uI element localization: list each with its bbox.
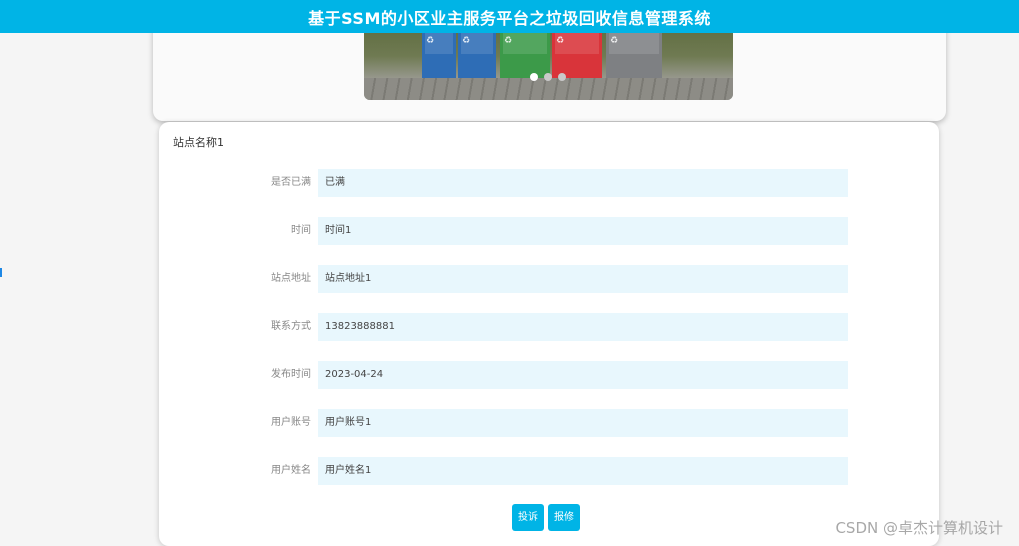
field-row-contact: 联系方式 13823888881 bbox=[159, 313, 939, 341]
field-value-user-name: 用户姓名1 bbox=[318, 457, 848, 485]
field-value-address: 站点地址1 bbox=[318, 265, 848, 293]
complain-button[interactable]: 投诉 bbox=[512, 504, 544, 531]
field-label: 站点地址 bbox=[271, 273, 311, 284]
field-row-user-account: 用户账号 用户账号1 bbox=[159, 409, 939, 437]
banner-card: ♻ ♻ ♻ ♻ ♻ bbox=[153, 20, 946, 121]
app-header: 基于SSM的小区业主服务平台之垃圾回收信息管理系统 bbox=[0, 0, 1019, 33]
report-repair-button[interactable]: 报修 bbox=[548, 504, 580, 531]
pavement bbox=[364, 78, 733, 100]
field-row-full: 是否已满 已满 bbox=[159, 169, 939, 197]
field-label: 发布时间 bbox=[271, 369, 311, 380]
field-label: 时间 bbox=[291, 225, 311, 236]
field-value-user-account: 用户账号1 bbox=[318, 409, 848, 437]
station-detail-card: 站点名称1 是否已满 已满 时间 时间1 站点地址 站点地址1 联系方式 138… bbox=[159, 122, 939, 546]
action-buttons: 投诉 报修 bbox=[512, 504, 580, 531]
carousel-indicators bbox=[530, 73, 566, 81]
field-label: 是否已满 bbox=[271, 177, 311, 188]
carousel-dot-2[interactable] bbox=[544, 73, 552, 81]
field-label: 用户姓名 bbox=[271, 465, 311, 476]
field-label: 联系方式 bbox=[271, 321, 311, 332]
field-value-time: 时间1 bbox=[318, 217, 848, 245]
carousel-dot-3[interactable] bbox=[558, 73, 566, 81]
recycle-bin-blue-2: ♻ bbox=[458, 28, 496, 84]
field-row-publish-time: 发布时间 2023-04-24 bbox=[159, 361, 939, 389]
watermark: CSDN @卓杰计算机设计 bbox=[835, 519, 1003, 537]
recycle-bin-blue: ♻ bbox=[422, 28, 456, 84]
station-name: 站点名称1 bbox=[173, 136, 224, 149]
field-value-contact: 13823888881 bbox=[318, 313, 848, 341]
field-row-user-name: 用户姓名 用户姓名1 bbox=[159, 457, 939, 485]
sidebar-edge-marker bbox=[0, 268, 2, 277]
field-row-address: 站点地址 站点地址1 bbox=[159, 265, 939, 293]
field-label: 用户账号 bbox=[271, 417, 311, 428]
app-title: 基于SSM的小区业主服务平台之垃圾回收信息管理系统 bbox=[308, 8, 711, 28]
field-value-publish-time: 2023-04-24 bbox=[318, 361, 848, 389]
carousel-dot-1[interactable] bbox=[530, 73, 538, 81]
field-row-time: 时间 时间1 bbox=[159, 217, 939, 245]
recycle-bin-gray: ♻ bbox=[606, 28, 662, 84]
field-value-full: 已满 bbox=[318, 169, 848, 197]
